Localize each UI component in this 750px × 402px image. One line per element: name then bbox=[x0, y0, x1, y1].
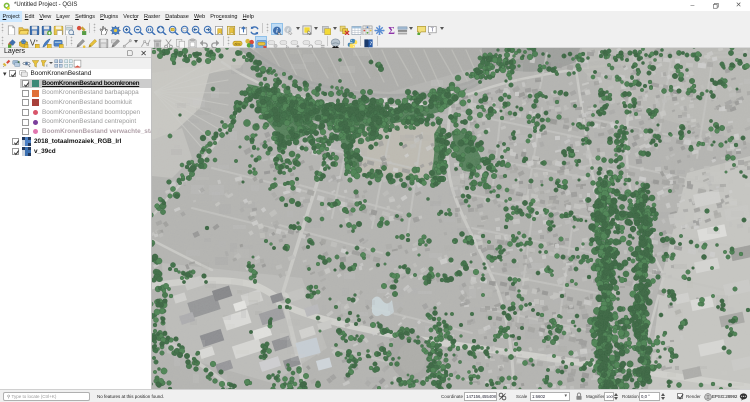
svg-text:abc: abc bbox=[235, 41, 241, 45]
